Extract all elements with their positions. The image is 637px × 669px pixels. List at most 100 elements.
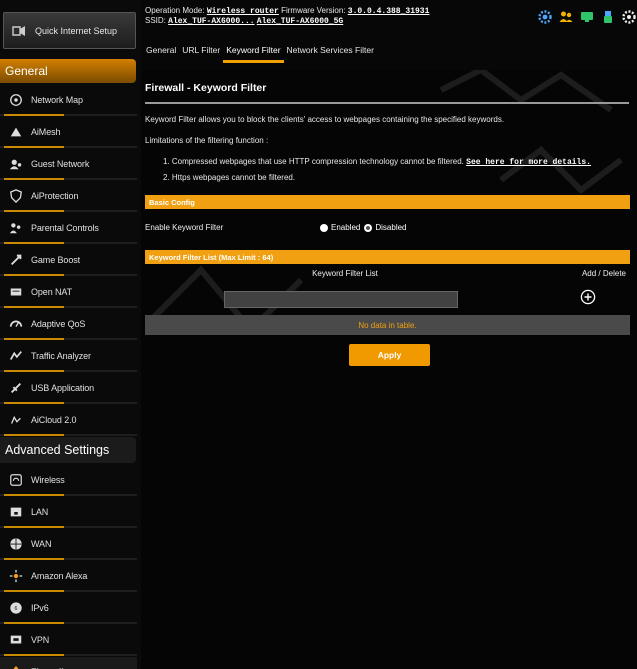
sidebar-item-firewall[interactable]: Firewall (0, 657, 137, 669)
tab-url-filter[interactable]: URL Filter (179, 43, 223, 63)
sidebar-item-label: Open NAT (31, 286, 73, 297)
aiprotection-icon (10, 188, 22, 203)
apply-button[interactable]: Apply (349, 344, 430, 366)
disabled-radio[interactable]: Disabled (364, 223, 407, 232)
list-column-headers: Keyword Filter List Add / Delete (145, 266, 630, 282)
usb-status-icon[interactable] (600, 9, 616, 25)
sidebar-item-traffic-analyzer[interactable]: Traffic Analyzer (0, 341, 137, 372)
sidebar-item-network-map[interactable]: Network Map (0, 85, 137, 116)
usb-application-icon (10, 382, 22, 393)
sidebar-item-label: AiCloud 2.0 (31, 414, 77, 425)
gear-status-icon[interactable] (537, 9, 553, 25)
traffic-analyzer-icon (9, 350, 22, 360)
sidebar-item-parental-controls[interactable]: Parental Controls (0, 213, 137, 244)
quick-setup-icon (12, 25, 25, 36)
sidebar-item-lan[interactable]: LAN (0, 497, 137, 528)
sidebar-item-guest-network[interactable]: Guest Network (0, 149, 137, 180)
sidebar-item-label: Network Map (31, 94, 83, 105)
sidebar-item-label: VPN (31, 634, 50, 645)
disabled-radio-label: Disabled (375, 223, 407, 232)
details-link[interactable]: See here for more details. (466, 158, 591, 167)
add-keyword-icon[interactable] (580, 289, 596, 305)
wan-icon (10, 537, 22, 550)
quick-internet-setup-button[interactable]: Quick Internet Setup (3, 12, 136, 49)
page-title: Firewall - Keyword Filter (145, 82, 629, 104)
internet-status-icon[interactable] (579, 9, 595, 25)
enable-keyword-filter-label: Enable Keyword Filter (145, 223, 224, 232)
sidebar-item-label: AiProtection (31, 190, 79, 201)
sidebar-item-aicloud-2-0[interactable]: AiCloud 2.0 (0, 405, 137, 436)
disabled-radio-dot[interactable] (364, 223, 373, 232)
keyword-input-row (145, 284, 630, 314)
status-icons (537, 9, 637, 25)
game-boost-icon (10, 254, 22, 265)
tab-general[interactable]: General (143, 43, 179, 63)
enabled-radio-dot[interactable] (320, 223, 328, 232)
enabled-radio[interactable]: Enabled (320, 223, 360, 232)
sidebar-item-label: Guest Network (31, 158, 90, 169)
vpn-icon (10, 635, 22, 643)
fw-label: Firmware Version: (281, 6, 346, 15)
sidebar-item-label: Game Boost (31, 254, 81, 265)
sidebar-item-amazon-alexa[interactable]: Amazon Alexa (0, 561, 137, 592)
sidebar-item-usb-application[interactable]: USB Application (0, 373, 137, 404)
main-panel: Firewall - Keyword Filter Keyword Filter… (141, 70, 637, 669)
sidebar-item-wireless[interactable]: Wireless (0, 465, 137, 496)
limitations-heading: Limitations of the filtering function : (145, 136, 269, 145)
column-keyword-list: Keyword Filter List (312, 269, 378, 278)
parental-controls-icon (9, 222, 21, 233)
open-nat-icon (10, 288, 22, 295)
basic-config-header: Basic Config (145, 195, 630, 209)
sidebar-item-label: AiMesh (31, 126, 61, 137)
network-map-icon (10, 93, 22, 106)
keyword-input[interactable] (224, 291, 458, 308)
wireless-icon (10, 473, 22, 486)
sidebar-item-wan[interactable]: WAN (0, 529, 137, 560)
ipv6-icon: 6 (10, 601, 22, 614)
sidebar-item-ipv6[interactable]: 6 IPv6 (0, 593, 137, 624)
sidebar-item-vpn[interactable]: VPN (0, 625, 137, 656)
sidebar-item-adaptive-qos[interactable]: Adaptive QoS (0, 309, 137, 340)
sidebar-item-label: Parental Controls (31, 222, 99, 233)
svg-text:6: 6 (15, 606, 18, 612)
enable-keyword-filter-row: Enable Keyword Filter Enabled Disabled (145, 210, 630, 245)
sidebar-item-game-boost[interactable]: Game Boost (0, 245, 137, 276)
clients-status-icon[interactable] (558, 9, 574, 25)
sidebar-item-label: Traffic Analyzer (31, 350, 91, 361)
limitation-item-1: 1. Compressed webpages that use HTTP com… (163, 157, 591, 167)
lan-icon (10, 507, 22, 516)
tab-keyword-filter[interactable]: Keyword Filter (223, 43, 284, 63)
aicloud-icon (11, 415, 21, 424)
enabled-radio-label: Enabled (331, 223, 361, 232)
firmware-link[interactable]: 3.0.0.4.388_31931 (348, 7, 430, 16)
tab-network-services-filter[interactable]: Network Services Filter (284, 43, 377, 63)
ssid-2g-link[interactable]: Alex_TUF-AX6000... (168, 17, 254, 26)
sidebar-item-label: IPv6 (31, 602, 49, 613)
ssid-line: SSID: Alex_TUF-AX6000... Alex_TUF-AX6000… (145, 16, 343, 26)
sidebar-item-aimesh[interactable]: AiMesh (0, 117, 137, 148)
no-data-message: No data in table. (145, 315, 630, 335)
keyword-list-header: Keyword Filter List (Max Limit : 64) (145, 250, 630, 264)
sidebar-item-open-nat[interactable]: Open NAT (0, 277, 137, 308)
sidebar-item-label: LAN (31, 506, 49, 517)
ssid-label: SSID: (145, 16, 166, 25)
general-section-title: General (0, 59, 136, 83)
description-text: Keyword Filter allows you to block the c… (145, 115, 505, 124)
sidebar-item-label: Amazon Alexa (31, 570, 88, 581)
op-mode-link[interactable]: Wireless router (207, 7, 279, 16)
sidebar-item-label: Wireless (31, 474, 65, 485)
firewall-icon (13, 665, 19, 669)
ssid-5g-link[interactable]: Alex_TUF-AX6000_5G (257, 17, 343, 26)
sidebar-item-label: USB Application (31, 382, 95, 393)
guest-network-icon (9, 159, 22, 169)
adaptive-qos-icon (9, 320, 23, 327)
sidebar-item-aiprotection[interactable]: AiProtection (0, 181, 137, 212)
sidebar-item-label: WAN (31, 538, 52, 549)
alexa-icon (9, 569, 23, 582)
limitation-1-text: 1. Compressed webpages that use HTTP com… (163, 157, 464, 166)
sidebar-item-label: Adaptive QoS (31, 318, 86, 329)
settings-gear-icon[interactable] (621, 9, 637, 25)
tab-bar: General URL Filter Keyword Filter Networ… (143, 43, 377, 63)
op-mode-label: Operation Mode: (145, 6, 205, 15)
column-add-delete: Add / Delete (581, 269, 626, 278)
